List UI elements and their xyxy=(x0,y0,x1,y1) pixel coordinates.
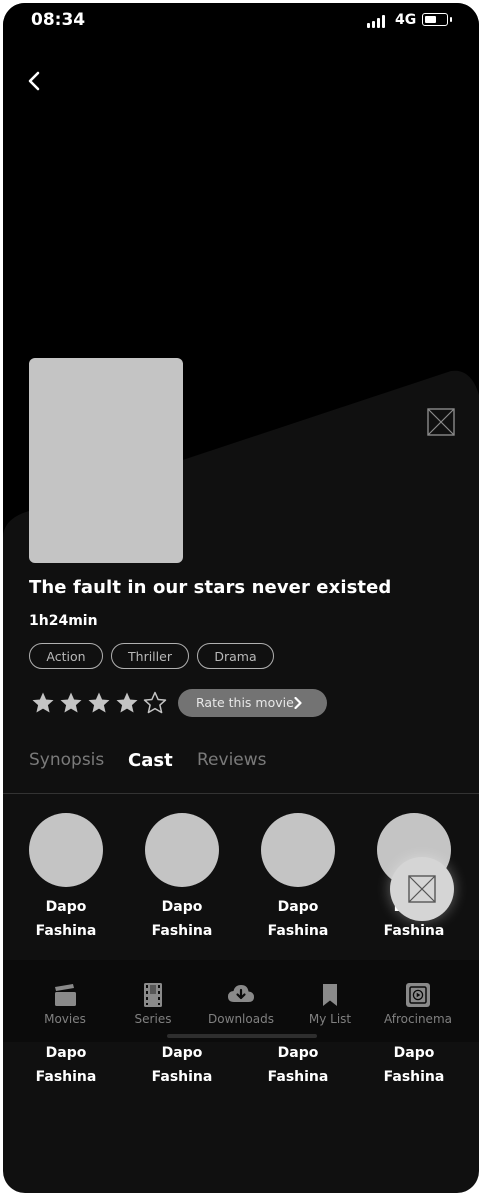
nav-downloads-label: Downloads xyxy=(208,1012,274,1026)
cast-last-name: Fashina xyxy=(35,1069,97,1085)
genre-chip-action[interactable]: Action xyxy=(29,643,103,669)
movie-poster xyxy=(29,358,183,563)
nav-my-list[interactable]: My List xyxy=(284,982,376,1026)
cast-member[interactable]: Dapo Fashina xyxy=(127,1041,237,1089)
nav-series-label: Series xyxy=(134,1012,172,1026)
cast-last-name: Fashina xyxy=(35,923,97,939)
network-type: 4G xyxy=(395,12,417,28)
image-placeholder-icon xyxy=(408,875,436,903)
cloud-download-icon xyxy=(228,985,254,1002)
tab-reviews[interactable]: Reviews xyxy=(197,750,267,770)
battery-icon xyxy=(422,13,452,26)
cast-first-name: Dapo xyxy=(393,1045,435,1061)
cast-last-name: Fashina xyxy=(151,923,213,939)
star-empty-icon[interactable] xyxy=(143,691,167,715)
cast-member[interactable]: Dapo Fashina xyxy=(11,813,121,943)
cast-member[interactable]: Dapo Fashina xyxy=(11,1041,121,1089)
nav-downloads[interactable]: Downloads xyxy=(195,982,287,1026)
tabs-divider xyxy=(3,793,479,794)
cast-last-name: Fashina xyxy=(267,923,329,939)
cast-avatar xyxy=(145,813,219,887)
cast-first-name: Dapo xyxy=(277,1045,319,1061)
floating-action-button[interactable] xyxy=(390,857,454,921)
nav-afrocinema[interactable]: Afrocinema xyxy=(372,982,464,1026)
star-filled-icon[interactable] xyxy=(87,691,111,715)
home-indicator[interactable] xyxy=(167,1034,317,1038)
status-bar: 08:34 4G xyxy=(3,3,479,43)
cast-member[interactable]: Dapo Fashina xyxy=(243,813,353,943)
movie-title: The fault in our stars never existed xyxy=(29,577,392,598)
bookmark-icon xyxy=(323,984,337,1006)
back-chevron-icon[interactable] xyxy=(23,67,47,95)
cast-first-name: Dapo xyxy=(161,899,203,915)
cast-first-name: Dapo xyxy=(277,899,319,915)
cast-avatar xyxy=(29,813,103,887)
rate-movie-button[interactable]: Rate this movie xyxy=(178,689,327,717)
clapperboard-icon xyxy=(55,984,76,1006)
tab-synopsis[interactable]: Synopsis xyxy=(29,750,104,770)
star-filled-icon[interactable] xyxy=(59,691,83,715)
star-filled-icon[interactable] xyxy=(31,691,55,715)
detail-tabs: Synopsis Cast Reviews xyxy=(29,750,469,780)
status-time: 08:34 xyxy=(31,10,86,30)
bottom-navigation: Movies Series Downloads My List Afrocine… xyxy=(3,960,479,1042)
play-tile-icon xyxy=(406,983,430,1007)
cast-first-name: Dapo xyxy=(45,1045,87,1061)
nav-my-list-label: My List xyxy=(308,1012,352,1026)
cast-avatar xyxy=(261,813,335,887)
cast-last-name: Fashina xyxy=(383,1069,445,1085)
cast-first-name: Dapo xyxy=(45,899,87,915)
rate-movie-label: Rate this movie xyxy=(196,695,294,710)
star-filled-icon[interactable] xyxy=(115,691,139,715)
genre-chip-drama[interactable]: Drama xyxy=(197,643,274,669)
cast-member[interactable]: Dapo Fashina xyxy=(127,813,237,943)
nav-afrocinema-label: Afrocinema xyxy=(384,1012,452,1026)
phone-screen: 08:34 4G The fault in our stars never ex… xyxy=(3,3,479,1193)
cast-first-name: Dapo xyxy=(161,1045,203,1061)
cast-member[interactable]: Dapo Fashina xyxy=(359,1041,469,1089)
cast-last-name: Fashina xyxy=(151,1069,213,1085)
cast-last-name: Fashina xyxy=(383,923,445,939)
film-strip-icon xyxy=(144,983,162,1007)
nav-movies-label: Movies xyxy=(44,1012,86,1026)
cast-last-name: Fashina xyxy=(267,1069,329,1085)
cast-member[interactable]: Dapo Fashina xyxy=(243,1041,353,1089)
image-placeholder-icon[interactable] xyxy=(427,408,455,436)
nav-movies[interactable]: Movies xyxy=(19,982,111,1026)
nav-series[interactable]: Series xyxy=(107,982,199,1026)
chevron-right-icon xyxy=(294,697,302,709)
tab-cast[interactable]: Cast xyxy=(128,750,173,771)
genre-chip-thriller[interactable]: Thriller xyxy=(111,643,189,669)
movie-duration: 1h24min xyxy=(29,613,98,629)
